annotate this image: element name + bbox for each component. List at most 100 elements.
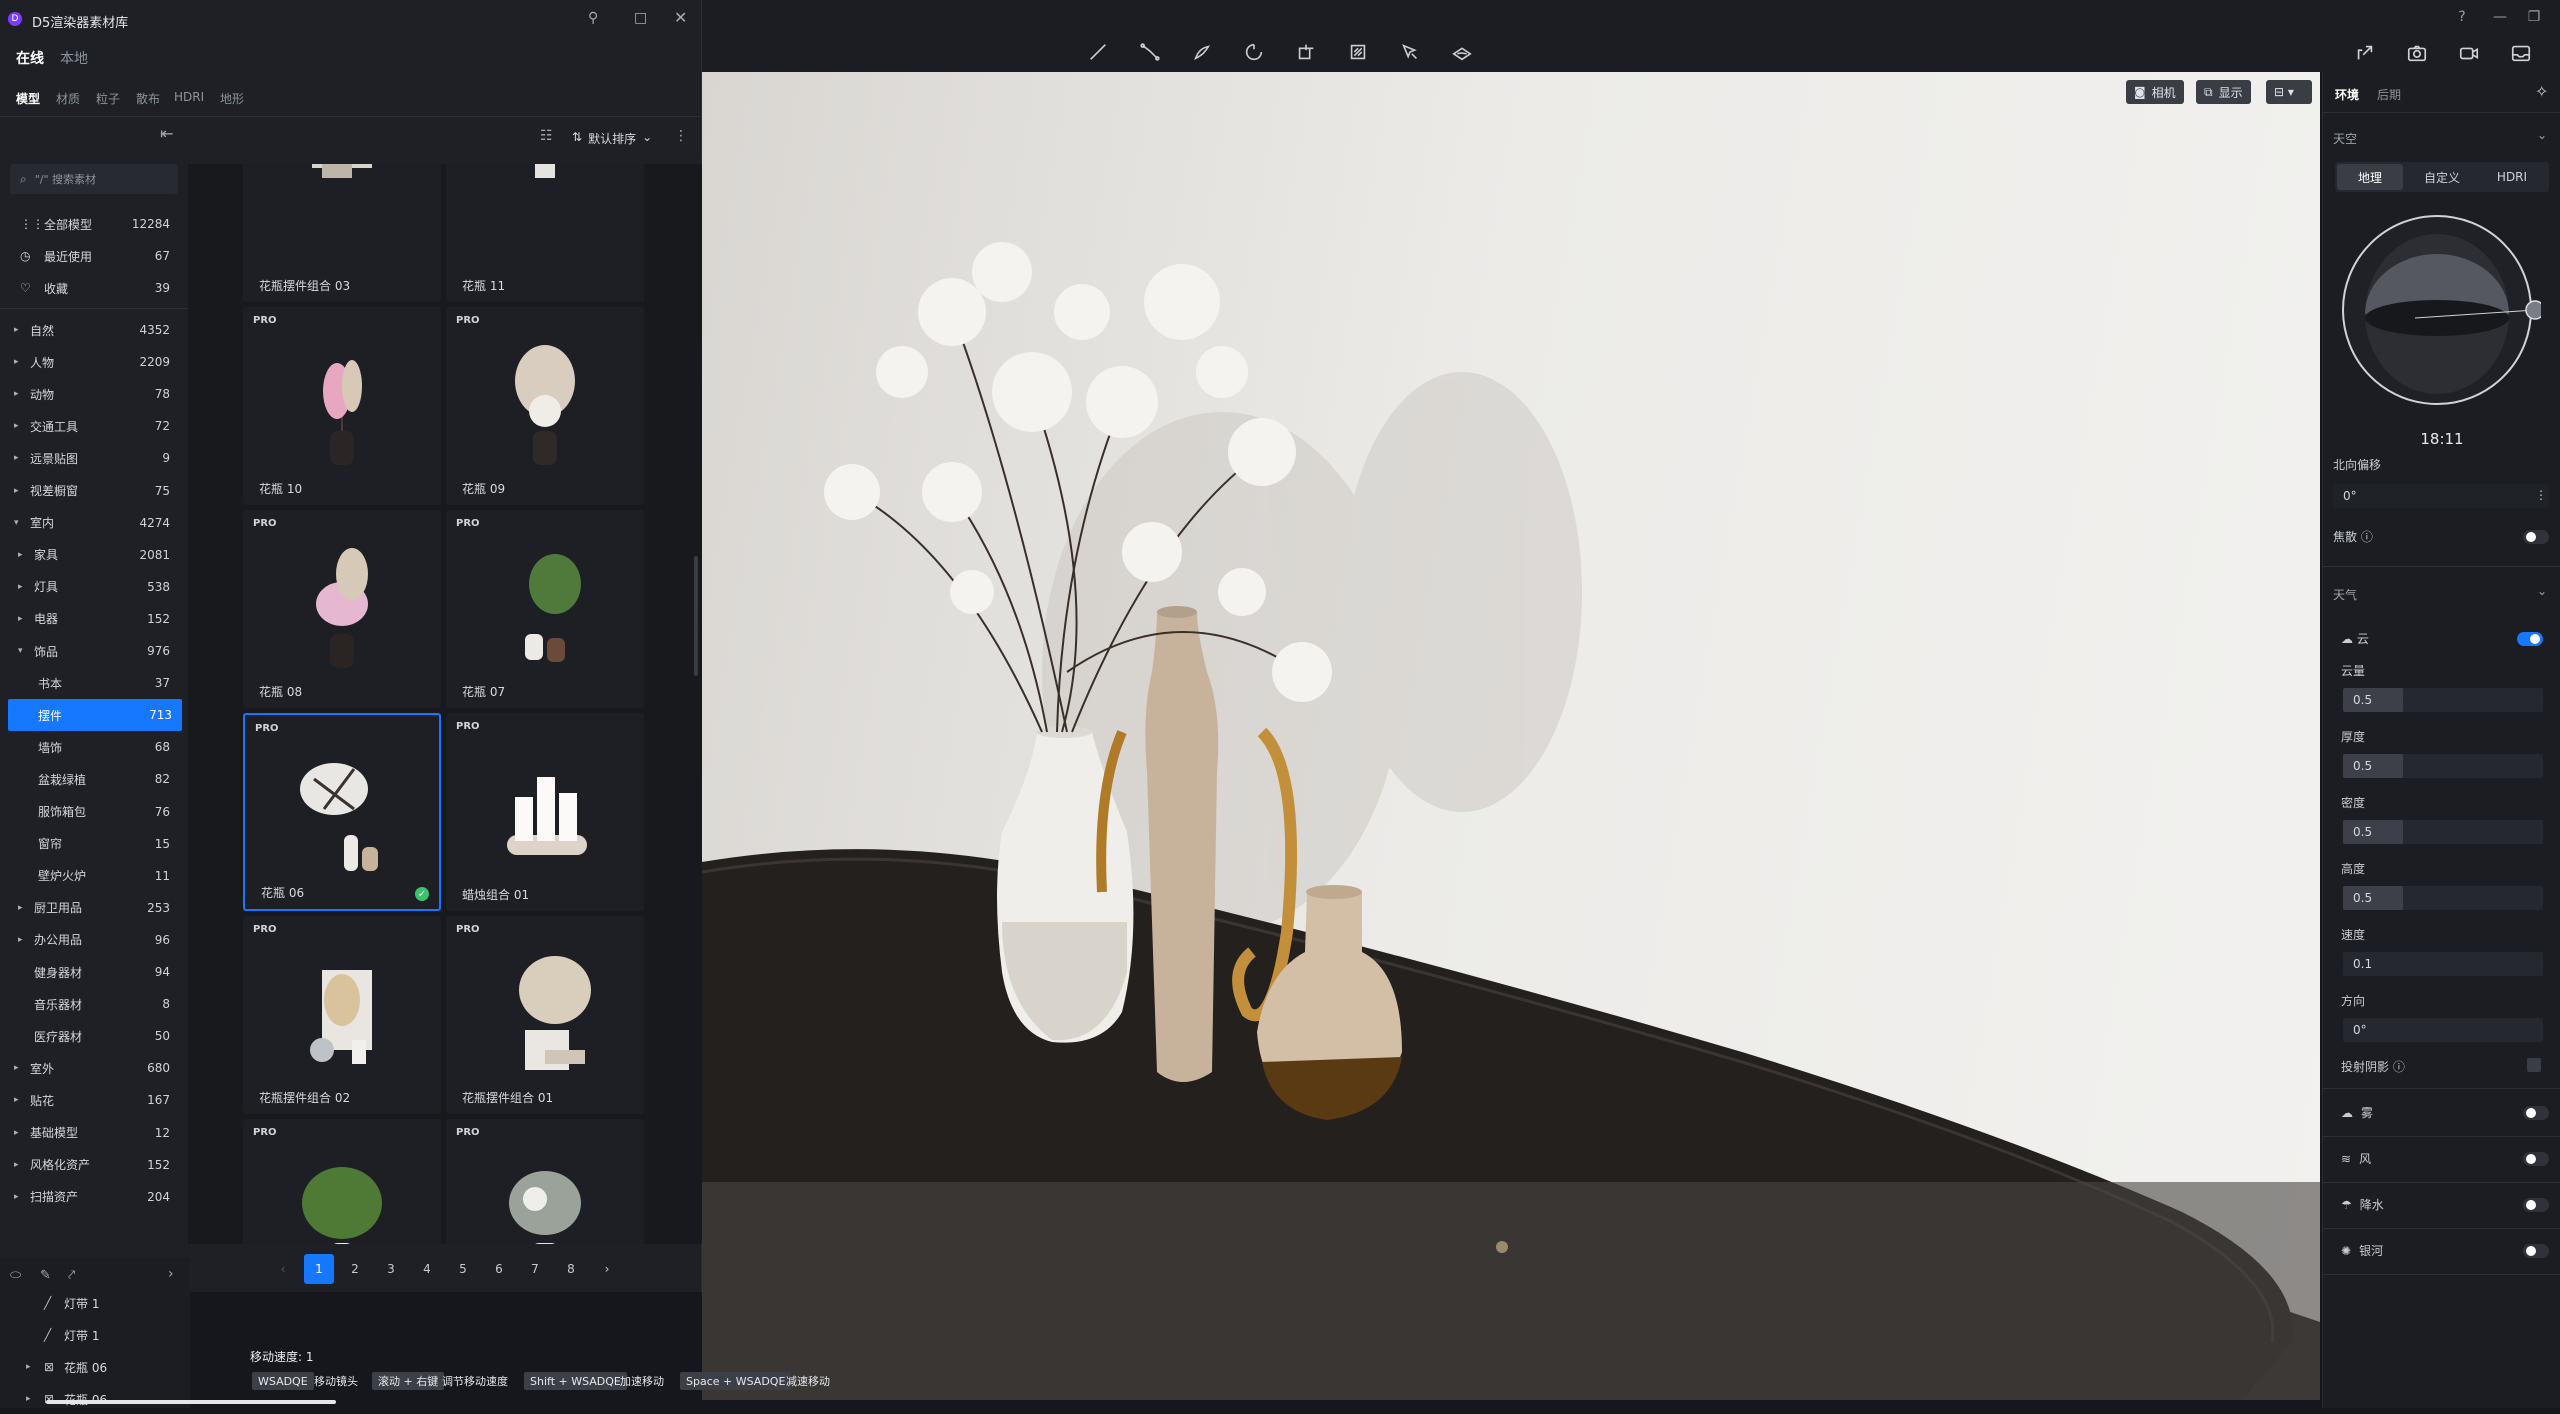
share-icon[interactable] <box>2350 38 2380 68</box>
tab-materials[interactable]: 材质 <box>56 90 80 107</box>
category-item[interactable]: 健身器材 94 <box>0 956 188 988</box>
page-button[interactable]: 2 <box>340 1254 370 1284</box>
category-item[interactable]: ▸ 家具 2081 <box>0 539 188 571</box>
tab-environment[interactable]: 环境 <box>2335 86 2359 103</box>
quick-filter-1[interactable]: ◷ 最近使用 67 <box>0 240 188 272</box>
asset-card[interactable]: 花瓶摆件组合 03 <box>243 164 441 302</box>
tab-hdri[interactable]: HDRI <box>174 90 204 104</box>
video-icon[interactable] <box>2454 38 2484 68</box>
category-item[interactable]: 墙饰 68 <box>0 731 188 763</box>
brush-icon[interactable]: ✎ <box>40 1268 51 1283</box>
help-icon[interactable]: ? <box>2448 6 2476 28</box>
sky-mode-custom[interactable]: 自定义 <box>2409 164 2475 190</box>
sort-dropdown[interactable]: ⇅ 默认排序 ⌄ <box>572 130 652 147</box>
expand-icon[interactable]: › <box>168 1266 174 1282</box>
sky-mode-hdri[interactable]: HDRI <box>2479 164 2545 190</box>
category-item[interactable]: ▸ 动物 78 <box>0 378 188 410</box>
asset-card[interactable]: 花瓶 11 <box>446 164 644 302</box>
tab-post[interactable]: 后期 <box>2377 86 2401 103</box>
weather-chevron-icon[interactable]: ⌄ <box>2537 584 2547 598</box>
asset-card[interactable]: PRO 花瓶 09 <box>446 307 644 505</box>
page-button[interactable]: 4 <box>412 1254 442 1284</box>
category-item[interactable]: 书本 37 <box>0 667 188 699</box>
maximize-icon[interactable]: □ <box>634 10 647 26</box>
weather-param-slider[interactable]: 0.1 <box>2343 952 2543 976</box>
asset-card[interactable]: PRO 蜡烛组合 01 <box>446 713 644 911</box>
polyline-tool-icon[interactable] <box>1134 36 1166 68</box>
scene-tree-item[interactable]: ╱ 灯带 1 <box>0 1320 190 1350</box>
category-item[interactable]: ▸ 基础模型 12 <box>0 1117 188 1149</box>
category-item[interactable]: ▸ 交通工具 72 <box>0 410 188 442</box>
page-button[interactable]: 8 <box>556 1254 586 1284</box>
quick-filter-0[interactable]: ⋮⋮ 全部模型 12284 <box>0 208 188 240</box>
category-item[interactable]: ▸ 厨卫用品 253 <box>0 892 188 924</box>
quick-filter-2[interactable]: ♡ 收藏 39 <box>0 272 188 304</box>
magic-wand-icon[interactable]: ✧ <box>2535 82 2548 101</box>
pin-icon[interactable]: ⚲ <box>588 10 598 26</box>
more-icon[interactable]: ⋮ <box>2535 488 2547 502</box>
weather-param-slider[interactable]: 0.5 <box>2343 688 2543 712</box>
scene-tree-item[interactable]: ▸ ⊠ 花瓶 06 <box>0 1352 190 1382</box>
next-page-button[interactable]: › <box>592 1254 622 1284</box>
tab-models[interactable]: 模型 <box>16 90 40 107</box>
category-item[interactable]: 窗帘 15 <box>0 828 188 860</box>
material-tool-icon[interactable]: ⬭ <box>10 1268 21 1283</box>
shadow-checkbox[interactable] <box>2527 1058 2541 1072</box>
search-input[interactable]: ⌕ "/" 搜索素材 <box>10 164 178 194</box>
asset-card[interactable]: PRO 花瓶 07 <box>446 510 644 708</box>
page-button[interactable]: 7 <box>520 1254 550 1284</box>
scene-tree-item[interactable]: ╱ 灯带 1 <box>0 1288 190 1318</box>
effect-toggle[interactable] <box>2523 1106 2549 1120</box>
3d-viewport[interactable]: ◙ 相机 ⧉ 显示 ⊟ ▾ <box>702 72 2320 1400</box>
weather-param-slider[interactable]: 0.5 <box>2343 820 2543 844</box>
effect-toggle[interactable] <box>2523 1152 2549 1166</box>
category-item[interactable]: 服饰箱包 76 <box>0 796 188 828</box>
page-button[interactable]: 1 <box>304 1254 334 1284</box>
category-item[interactable]: ▾ 室内 4274 <box>0 507 188 539</box>
sky-mode-geo[interactable]: 地理 <box>2337 164 2403 190</box>
move-tool-icon[interactable] <box>1290 36 1322 68</box>
category-item[interactable]: ▸ 办公用品 96 <box>0 924 188 956</box>
list-view-icon[interactable]: ☷ <box>540 128 553 144</box>
prev-page-button[interactable]: ‹ <box>268 1254 298 1284</box>
path-icon[interactable]: ⤤ <box>68 1268 75 1283</box>
display-toggle-button[interactable]: ⧉ 显示 <box>2196 80 2251 104</box>
category-item[interactable]: ▸ 电器 152 <box>0 603 188 635</box>
category-item[interactable]: 音乐器材 8 <box>0 988 188 1020</box>
view-options-button[interactable]: ⊟ ▾ <box>2266 80 2312 104</box>
asset-card[interactable]: PRO 花瓶摆件组合 01 <box>446 916 644 1114</box>
restore-window-icon[interactable]: ❐ <box>2520 6 2548 28</box>
page-button[interactable]: 3 <box>376 1254 406 1284</box>
category-item[interactable]: 医疗器材 50 <box>0 1020 188 1052</box>
category-item[interactable]: ▸ 视差橱窗 75 <box>0 475 188 507</box>
weather-param-slider[interactable]: 0.5 <box>2343 886 2543 910</box>
paint-tool-icon[interactable] <box>1394 36 1426 68</box>
page-button[interactable]: 6 <box>484 1254 514 1284</box>
grid-scrollbar[interactable] <box>694 556 698 676</box>
asset-card[interactable]: PRO 花瓶 06 ✓ <box>243 713 441 911</box>
category-item[interactable]: ▸ 室外 680 <box>0 1052 188 1084</box>
line-tool-icon[interactable] <box>1082 36 1114 68</box>
weather-param-slider[interactable]: 0.5 <box>2343 754 2543 778</box>
tab-terrain[interactable]: 地形 <box>220 90 244 107</box>
rotate-tool-icon[interactable] <box>1238 36 1270 68</box>
minimize-window-icon[interactable]: — <box>2486 6 2514 28</box>
north-offset-field[interactable]: 0° <box>2333 484 2549 508</box>
tab-local[interactable]: 本地 <box>60 48 88 68</box>
page-button[interactable]: 5 <box>448 1254 478 1284</box>
asset-card[interactable]: PRO 花瓶摆件组合 02 <box>243 916 441 1114</box>
category-item[interactable]: 壁炉火炉 11 <box>0 860 188 892</box>
category-item[interactable]: ▸ 远景贴图 9 <box>0 442 188 474</box>
sky-chevron-icon[interactable]: ⌄ <box>2537 128 2547 142</box>
camera-icon[interactable] <box>2402 38 2432 68</box>
render-panel-icon[interactable] <box>2506 38 2536 68</box>
more-options-icon[interactable]: ⋮ <box>674 128 688 144</box>
freehand-tool-icon[interactable] <box>1186 36 1218 68</box>
asset-card[interactable]: PRO <box>243 1119 441 1244</box>
effect-toggle[interactable] <box>2523 1244 2549 1258</box>
category-item[interactable]: 盆栽绿植 82 <box>0 763 188 795</box>
category-item[interactable]: ▾ 饰品 976 <box>0 635 188 667</box>
weather-param-slider[interactable]: 0° <box>2343 1018 2543 1042</box>
category-item[interactable]: ▸ 自然 4352 <box>0 314 188 346</box>
cloud-toggle[interactable] <box>2517 632 2543 646</box>
